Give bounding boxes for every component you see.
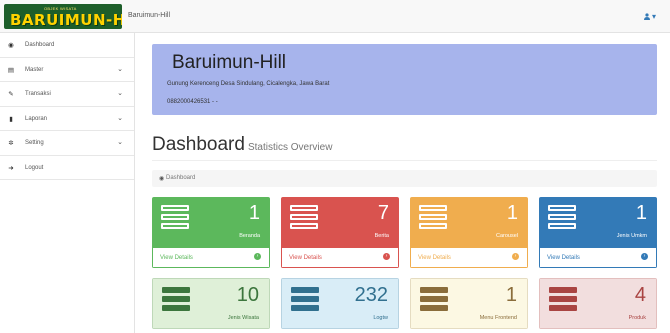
site-phone: 0882000426531 - -	[167, 99, 218, 105]
chevron-down-icon: ⌄	[117, 65, 123, 73]
stat-label: Produk	[628, 315, 646, 321]
arrow-circle-right-icon: ›	[383, 253, 390, 260]
stat-card-berita: 7 Berita View Details ›	[281, 197, 399, 268]
stat-count: 7	[377, 202, 389, 224]
stat-count: 1	[635, 202, 647, 224]
stat-count: 1	[506, 202, 518, 224]
stat-label: Jenis Wisata	[227, 315, 259, 321]
file-icon: ▮	[9, 115, 13, 123]
stat-card-header: 7 Berita	[281, 197, 399, 248]
stat-card-menu-frontend: 1 Menu Frontend	[410, 278, 528, 329]
stat-label: Menu Frontend	[479, 315, 517, 321]
dashboard-icon: ◉	[159, 176, 165, 182]
arrow-circle-right-icon: ›	[254, 253, 261, 260]
logout-icon: ➜	[8, 164, 14, 172]
stat-card-produk: 4 Produk	[539, 278, 657, 329]
sidebar-item-transaksi[interactable]: ✎ Transaksi ⌄	[0, 82, 134, 107]
stat-card-jenis-wisata: 10 Jenis Wisata	[152, 278, 270, 329]
stat-card-header: 1 Beranda	[152, 197, 270, 248]
arrow-circle-right-icon: ›	[641, 253, 648, 260]
list-icon: ▤	[7, 66, 15, 74]
user-menu[interactable]: ▾	[643, 12, 656, 21]
stat-count: 4	[634, 284, 646, 306]
arrow-circle-right-icon: ›	[512, 253, 519, 260]
sidebar-item-setting[interactable]: ✲ Setting ⌄	[0, 131, 134, 156]
stat-label: Jenis Umkm	[616, 233, 647, 239]
stat-label: Beranda	[239, 233, 260, 239]
top-navbar: OBJEK WISATA BARUIMUN-HILL Baruimun-Hill…	[0, 0, 670, 33]
view-details-label: View Details	[418, 255, 451, 261]
user-caret: ▾	[651, 12, 656, 21]
chevron-down-icon: ⌄	[117, 139, 123, 146]
dashboard-icon: ◉	[8, 42, 14, 49]
page-title: Dashboard	[152, 134, 245, 155]
stat-label: Carousel	[495, 233, 518, 239]
breadcrumb-label: Dashboard	[166, 175, 196, 181]
site-title: Baruimun-Hill	[172, 52, 287, 73]
breadcrumb: ◉ Dashboard	[152, 170, 657, 187]
gear-icon: ✲	[8, 140, 14, 147]
view-details-label: View Details	[547, 255, 580, 261]
sidebar: ◉ Dashboard ▤ Master ⌄ ✎ Transaksi ⌄ ▮ Laporan ⌄ ✲ S…	[0, 33, 135, 333]
logo-text: BARUIMUN-HILL	[10, 11, 122, 29]
stat-card-header: 1 Menu Frontend	[410, 278, 528, 329]
view-details-link[interactable]: View Details ›	[281, 248, 399, 268]
stat-card-logtw: 232 Logtw	[281, 278, 399, 329]
database-icon	[291, 287, 319, 315]
sidebar-item-label: Setting	[25, 140, 44, 146]
stat-count: 10	[236, 284, 259, 306]
database-icon	[162, 287, 190, 315]
sidebar-item-logout[interactable]: ➜ Logout	[0, 156, 134, 180]
stat-label: Logtw	[373, 315, 388, 321]
stat-card-header: 1 Carousel	[410, 197, 528, 248]
sidebar-item-laporan[interactable]: ▮ Laporan ⌄	[0, 107, 134, 131]
sidebar-item-label: Logout	[25, 164, 44, 171]
database-icon	[290, 205, 318, 233]
stat-card-header: 232 Logtw	[281, 278, 399, 329]
logo[interactable]: OBJEK WISATA BARUIMUN-HILL	[4, 4, 122, 29]
brand-link[interactable]: Baruimun-Hill	[128, 12, 170, 19]
page-subtitle: Statistics Overview	[247, 142, 333, 153]
sidebar-item-label: Dashboard	[25, 42, 55, 48]
sidebar-item-dashboard[interactable]: ◉ Dashboard	[0, 33, 134, 58]
site-address: Gunung Kerenceng Desa Sindulang, Cicalen…	[167, 81, 330, 87]
view-details-link[interactable]: View Details ›	[410, 248, 528, 268]
view-details-label: View Details	[160, 255, 193, 261]
stat-card-jenis-umkm: 1 Jenis Umkm View Details ›	[539, 197, 657, 268]
stat-card-header: 10 Jenis Wisata	[152, 278, 270, 329]
view-details-link[interactable]: View Details ›	[152, 248, 270, 268]
view-details-label: View Details	[289, 255, 322, 261]
stat-count: 1	[505, 284, 517, 306]
main-content: Baruimun-Hill Gunung Kerenceng Desa Sind…	[135, 33, 670, 333]
sidebar-item-label: Laporan	[25, 115, 48, 122]
user-icon	[643, 13, 650, 20]
stat-card-carousel: 1 Carousel View Details ›	[410, 197, 528, 268]
database-icon	[420, 287, 448, 315]
stat-label: Berita	[374, 233, 389, 239]
stat-card-beranda: 1 Beranda View Details ›	[152, 197, 270, 268]
stat-count: 1	[248, 202, 260, 224]
sidebar-item-label: Transaksi	[25, 91, 51, 97]
view-details-link[interactable]: View Details ›	[539, 248, 657, 268]
site-info-banner: Baruimun-Hill Gunung Kerenceng Desa Sind…	[152, 44, 657, 115]
sidebar-item-master[interactable]: ▤ Master ⌄	[0, 58, 134, 82]
database-icon	[161, 205, 189, 233]
chevron-down-icon: ⌄	[117, 114, 123, 122]
database-icon	[549, 287, 577, 315]
stat-card-header: 4 Produk	[539, 278, 657, 329]
heading-divider	[152, 160, 657, 161]
database-icon	[419, 205, 447, 233]
page-heading: Dashboard Statistics Overview	[152, 134, 332, 156]
database-icon	[548, 205, 576, 233]
edit-icon: ✎	[8, 91, 14, 98]
stat-card-header: 1 Jenis Umkm	[539, 197, 657, 248]
sidebar-item-label: Master	[25, 66, 44, 73]
chevron-down-icon: ⌄	[117, 90, 123, 97]
stat-count: 232	[354, 284, 388, 306]
